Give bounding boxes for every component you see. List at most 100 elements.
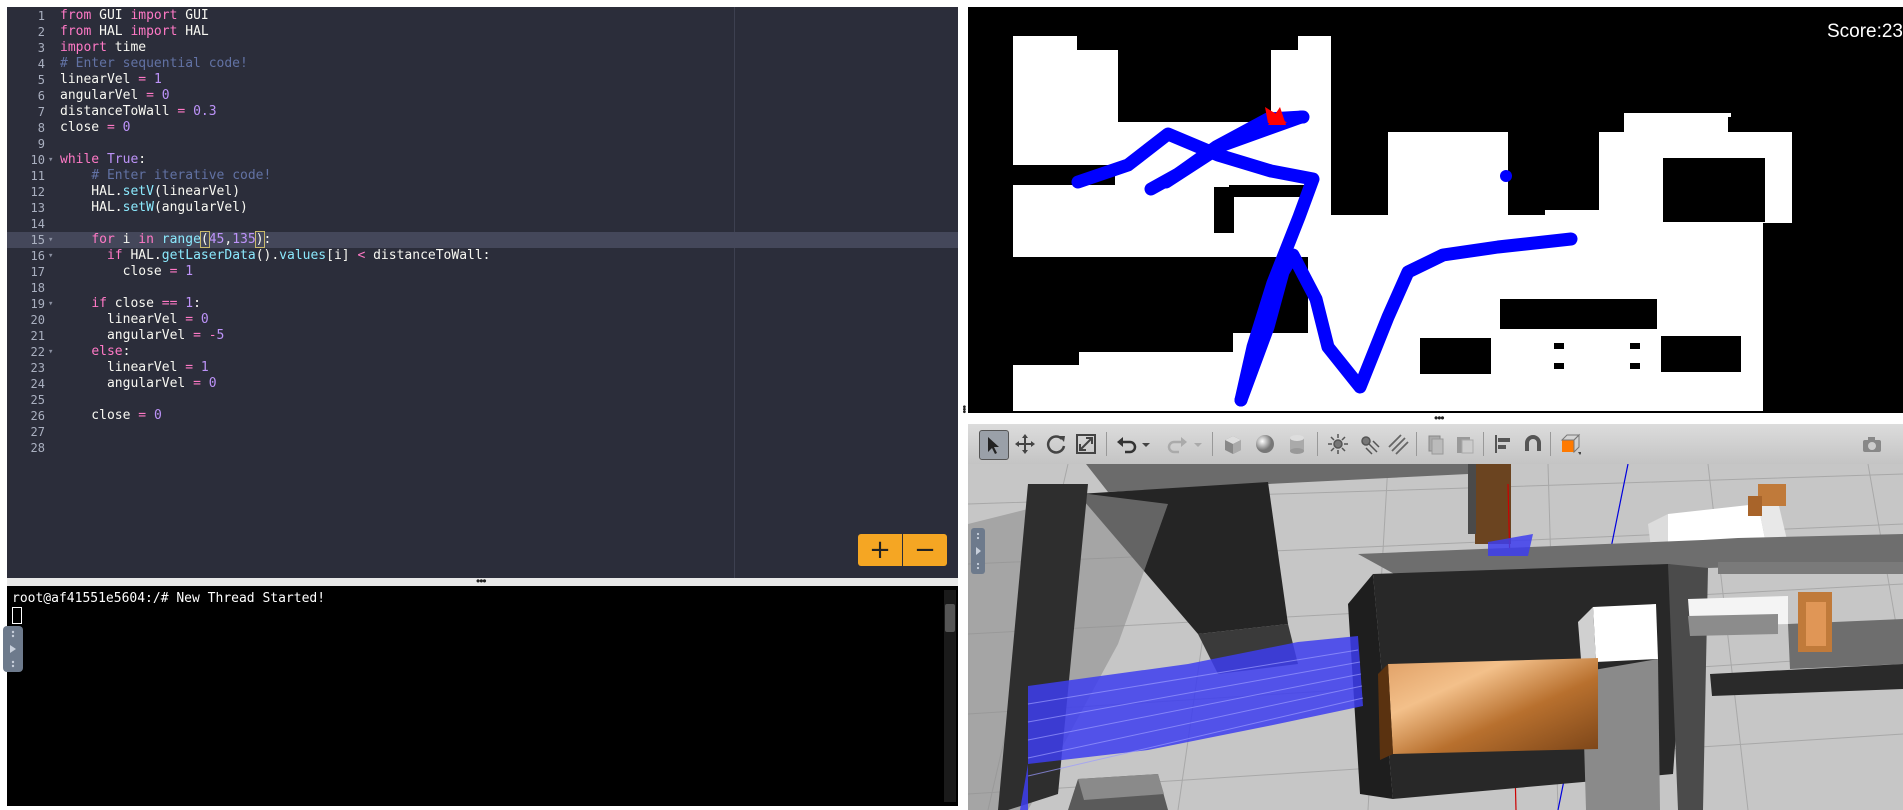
code-line[interactable]: 1 from GUI import GUI	[7, 8, 958, 24]
code-line[interactable]: 17 close = 1	[7, 264, 958, 280]
select-arrow-icon[interactable]	[979, 430, 1009, 460]
line-number: 9	[37, 137, 45, 151]
code-line[interactable]: 10 ▾ while True:	[7, 152, 958, 168]
sphere-shape-icon[interactable]	[1251, 430, 1279, 458]
vertical-splitter[interactable]: •••	[958, 0, 969, 810]
align-icon[interactable]	[1489, 430, 1517, 458]
line-number: 17	[30, 265, 45, 279]
line-number: 2	[37, 25, 45, 39]
code-line[interactable]: 3 import time	[7, 40, 958, 56]
line-number: 14	[30, 217, 45, 231]
code-text: for i in range(45,135):	[91, 231, 272, 248]
terminal[interactable]: root@af41551e5604:/# New Thread Started!	[7, 586, 958, 806]
redo-icon[interactable]	[1164, 430, 1192, 458]
code-line[interactable]: 23 linearVel = 1	[7, 360, 958, 376]
viewer-side-tab[interactable]	[971, 528, 985, 574]
code-line[interactable]: 22 ▾ else:	[7, 344, 958, 360]
line-number: 10	[30, 153, 45, 167]
cylinder-shape-icon[interactable]	[1283, 430, 1311, 458]
code-line[interactable]: 6 angularVel = 0	[7, 88, 958, 104]
code-line[interactable]: 14	[7, 216, 958, 232]
undo-dropdown-icon[interactable]	[1138, 430, 1154, 458]
fold-toggle-icon[interactable]: ▾	[48, 152, 53, 168]
3d-scene[interactable]	[968, 464, 1903, 810]
code-line[interactable]: 18	[7, 280, 958, 296]
expand-right-icon	[976, 532, 981, 570]
zoom-in-button[interactable]: +	[858, 534, 902, 566]
terminal-scrollbar[interactable]	[944, 590, 956, 802]
editor-terminal-splitter[interactable]: •••	[7, 575, 958, 587]
code-line[interactable]: 21 angularVel = -5	[7, 328, 958, 344]
copy-icon[interactable]	[1422, 430, 1450, 458]
line-number: 22	[30, 345, 45, 359]
code-text: angularVel = -5	[60, 328, 225, 343]
terminal-scrollbar-thumb[interactable]	[945, 604, 955, 632]
magnet-icon[interactable]	[1519, 430, 1547, 458]
code-text: else:	[91, 344, 131, 359]
box-shape-icon[interactable]	[1219, 430, 1247, 458]
map-viewer-splitter[interactable]: •••	[968, 412, 1903, 424]
zoom-out-button[interactable]: −	[903, 534, 947, 566]
code-line[interactable]: 13 HAL.setW(angularVel)	[7, 200, 958, 216]
translate-icon[interactable]	[1011, 430, 1039, 458]
undo-icon[interactable]	[1112, 430, 1140, 458]
occupancy-map	[968, 7, 1903, 413]
line-number: 20	[30, 313, 45, 327]
line-number: 18	[30, 281, 45, 295]
map-splitter-handle-icon[interactable]: •••	[1434, 412, 1445, 424]
code-text: if HAL.getLaserData().values[i] < distan…	[106, 248, 491, 263]
fold-toggle-icon[interactable]: ▾	[48, 344, 53, 360]
code-line[interactable]: 4 # Enter sequential code!	[7, 56, 958, 72]
line-number: 19	[30, 297, 45, 311]
line-number: 4	[37, 57, 45, 71]
line-number: 11	[30, 169, 45, 183]
line-number: 7	[37, 105, 45, 119]
code-line[interactable]: 26 close = 0	[7, 408, 958, 424]
code-line[interactable]: 19 ▾ if close == 1:	[7, 296, 958, 312]
code-line[interactable]: 2 from HAL import HAL	[7, 24, 958, 40]
code-text: close = 1	[60, 264, 194, 279]
point-light-icon[interactable]	[1324, 430, 1352, 458]
screenshot-icon[interactable]	[1858, 430, 1886, 458]
paste-icon[interactable]	[1451, 430, 1479, 458]
code-line[interactable]: 25	[7, 392, 958, 408]
code-editor[interactable]: 1 from GUI import GUI 2 from HAL import HAL…	[7, 7, 958, 578]
line-number: 21	[30, 329, 45, 343]
redo-dropdown-icon[interactable]	[1190, 430, 1206, 458]
directional-light-icon[interactable]	[1384, 430, 1412, 458]
rotate-icon[interactable]	[1042, 430, 1070, 458]
code-line[interactable]: 5 linearVel = 1	[7, 72, 958, 88]
gazebo-viewer[interactable]	[968, 424, 1903, 810]
code-text: # Enter sequential code!	[60, 56, 248, 71]
spot-light-icon[interactable]	[1355, 430, 1383, 458]
view-angle-icon[interactable]	[1556, 430, 1584, 458]
line-number: 24	[30, 377, 45, 391]
code-text: HAL.setW(angularVel)	[60, 200, 248, 215]
code-line[interactable]: 12 HAL.setV(linearVel)	[7, 184, 958, 200]
fold-toggle-icon[interactable]: ▾	[48, 248, 53, 264]
code-line[interactable]: 27	[7, 424, 958, 440]
line-number: 25	[30, 393, 45, 407]
code-line[interactable]: 28	[7, 440, 958, 456]
splitter-handle-icon[interactable]: •••	[476, 575, 487, 587]
line-number: 13	[30, 201, 45, 215]
line-number: 27	[30, 425, 45, 439]
fold-toggle-icon[interactable]: ▾	[48, 296, 53, 312]
scale-icon[interactable]	[1072, 430, 1100, 458]
code-line[interactable]: 9	[7, 136, 958, 152]
code-line[interactable]: 15 ▾ for i in range(45,135):	[7, 231, 958, 248]
laser-point	[1500, 170, 1512, 182]
code-line[interactable]: 8 close = 0	[7, 120, 958, 136]
terminal-side-tab[interactable]	[3, 626, 23, 672]
vertical-splitter-handle-icon[interactable]: •••	[958, 405, 969, 413]
code-line[interactable]: 20 linearVel = 0	[7, 312, 958, 328]
fold-toggle-icon[interactable]: ▾	[48, 232, 53, 248]
code-line[interactable]: 7 distanceToWall = 0.3	[7, 104, 958, 120]
code-line[interactable]: 24 angularVel = 0	[7, 376, 958, 392]
code-line[interactable]: 11 # Enter iterative code!	[7, 168, 958, 184]
code-text: # Enter iterative code!	[91, 168, 272, 183]
line-number: 16	[30, 249, 45, 263]
line-number: 23	[30, 361, 45, 375]
line-number: 12	[30, 185, 45, 199]
code-line[interactable]: 16 ▾ if HAL.getLaserData().values[i] < di…	[7, 248, 958, 264]
